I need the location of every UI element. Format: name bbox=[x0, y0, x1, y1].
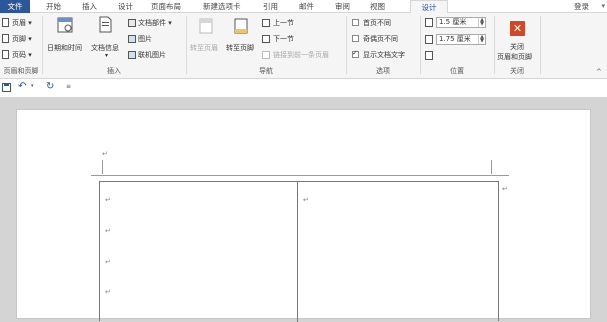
footer-position-icon bbox=[425, 35, 433, 44]
tab-mailings[interactable]: 邮件 bbox=[299, 0, 314, 13]
table-cell-mark[interactable]: ↵ bbox=[105, 258, 111, 266]
group-separator bbox=[346, 16, 347, 74]
save-icon[interactable] bbox=[2, 83, 11, 92]
table-cell-mark[interactable]: ↵ bbox=[303, 196, 309, 204]
login-link[interactable]: 登录 bbox=[574, 0, 589, 13]
redo-icon[interactable]: ↻ bbox=[46, 81, 54, 92]
document-info-dropdown-icon[interactable]: ▾ bbox=[105, 52, 108, 59]
quick-parts-button[interactable]: 文档部件 ▾ bbox=[138, 18, 172, 28]
header-position-input[interactable]: 1.5 厘米 ▲ ▼ bbox=[436, 17, 486, 28]
spinner-arrows-icon[interactable]: ▲ ▼ bbox=[478, 35, 485, 44]
document-area: ↵ ↵ ↵ ↵ ↵ ↵ ↵ bbox=[0, 97, 607, 322]
group-label-position: 位置 bbox=[450, 67, 464, 75]
date-time-button[interactable]: 日期和时间 bbox=[47, 43, 82, 53]
goto-footer-button[interactable]: 转至页脚 bbox=[226, 43, 254, 53]
tab-insert[interactable]: 插入 bbox=[82, 0, 97, 13]
user-chevron-icon[interactable]: ▾ bbox=[601, 0, 605, 13]
header-icon bbox=[2, 18, 9, 27]
collapse-ribbon-icon[interactable]: ^ bbox=[596, 68, 602, 76]
tab-file[interactable]: 文件 bbox=[0, 0, 30, 13]
previous-section-button[interactable]: 上一节 bbox=[273, 18, 294, 28]
online-picture-icon bbox=[128, 51, 136, 59]
footer-position-input[interactable]: 1.75 厘米 ▲ ▼ bbox=[436, 34, 486, 45]
group-label-options: 选项 bbox=[376, 67, 390, 75]
tab-home[interactable]: 开始 bbox=[46, 0, 61, 13]
group-label-close: 关闭 bbox=[510, 67, 524, 75]
tab-references[interactable]: 引用 bbox=[263, 0, 278, 13]
quick-parts-icon bbox=[128, 19, 136, 27]
undo-icon[interactable]: ↶ bbox=[18, 81, 26, 92]
page-number-icon bbox=[2, 50, 9, 59]
different-first-page-label: 首页不同 bbox=[363, 19, 391, 27]
undo-dropdown-icon[interactable]: ▾ bbox=[31, 83, 34, 89]
insert-alignment-tab-icon[interactable] bbox=[425, 51, 433, 60]
different-first-page-checkbox[interactable] bbox=[352, 19, 359, 26]
ribbon-tab-bar: 文件 开始 插入 设计 页面布局 新建选项卡 引用 邮件 审阅 视图 设计 登录… bbox=[0, 0, 607, 14]
table-cell-mark[interactable]: ↵ bbox=[105, 288, 111, 296]
group-label-header-footer: 页眉和页脚 bbox=[3, 67, 39, 75]
online-picture-button[interactable]: 联机图片 bbox=[138, 50, 166, 60]
tab-view[interactable]: 视图 bbox=[370, 0, 385, 13]
group-label-insert: 插入 bbox=[107, 67, 121, 75]
tab-header-footer-design[interactable]: 设计 bbox=[410, 0, 448, 14]
quick-access-toolbar: ↶ ▾ ↻ ≡ bbox=[0, 79, 607, 97]
calendar-icon bbox=[57, 16, 73, 33]
tab-review[interactable]: 审阅 bbox=[335, 0, 350, 13]
close-header-footer-line1[interactable]: 关闭 bbox=[510, 42, 524, 52]
crop-mark bbox=[102, 160, 103, 174]
tab-design[interactable]: 设计 bbox=[118, 0, 133, 13]
page[interactable]: ↵ ↵ ↵ ↵ ↵ ↵ ↵ bbox=[16, 109, 591, 322]
goto-header-icon bbox=[199, 18, 213, 34]
close-icon: ✕ bbox=[510, 21, 525, 36]
table-column-divider bbox=[297, 182, 298, 322]
group-label-navigation: 导航 bbox=[259, 67, 273, 75]
picture-button[interactable]: 图片 bbox=[138, 34, 152, 44]
footer-icon bbox=[2, 34, 9, 43]
group-separator bbox=[540, 16, 541, 74]
table-cell-mark[interactable]: ↵ bbox=[105, 227, 111, 235]
group-separator bbox=[494, 16, 495, 74]
goto-footer-icon bbox=[234, 18, 248, 34]
group-separator bbox=[420, 16, 421, 74]
show-document-text-checkbox[interactable] bbox=[352, 49, 359, 58]
link-to-previous-button[interactable]: 链接到前一条页眉 bbox=[273, 50, 329, 60]
group-separator bbox=[186, 16, 187, 74]
header-paragraph-mark[interactable]: ↵ bbox=[102, 150, 108, 158]
ribbon: 页眉 ▾ 页脚 ▾ 页码 ▾ 页眉和页脚 日期和时间 文档信息 ▾ 文档部件 ▾… bbox=[0, 13, 607, 79]
close-header-footer-button[interactable]: 页眉和页脚 bbox=[497, 52, 532, 62]
table-cell-mark[interactable]: ↵ bbox=[105, 196, 111, 204]
picture-icon bbox=[128, 35, 136, 43]
page-number-button[interactable]: 页码 ▾ bbox=[12, 50, 32, 60]
row-end-mark: ↵ bbox=[502, 185, 508, 193]
link-to-previous-icon bbox=[262, 51, 270, 59]
next-section-icon bbox=[262, 35, 270, 43]
customize-toolbar-icon[interactable]: ≡ bbox=[66, 83, 71, 90]
different-odd-even-label: 奇偶页不同 bbox=[363, 35, 398, 43]
goto-header-button[interactable]: 转至页眉 bbox=[190, 43, 218, 53]
header-border-line bbox=[91, 175, 509, 176]
footer-button[interactable]: 页脚 ▾ bbox=[12, 34, 32, 44]
different-odd-even-checkbox[interactable] bbox=[352, 35, 359, 42]
header-position-icon bbox=[425, 18, 433, 27]
tab-new-tab[interactable]: 新建选项卡 bbox=[203, 0, 241, 13]
document-info-icon bbox=[99, 16, 112, 33]
tab-page-layout[interactable]: 页面布局 bbox=[151, 0, 181, 13]
previous-section-icon bbox=[262, 19, 270, 27]
next-section-button[interactable]: 下一节 bbox=[273, 34, 294, 44]
spinner-arrows-icon[interactable]: ▲ ▼ bbox=[478, 18, 485, 27]
header-button[interactable]: 页眉 ▾ bbox=[12, 18, 32, 28]
crop-mark bbox=[491, 160, 492, 174]
group-separator bbox=[42, 16, 43, 74]
document-table[interactable]: ↵ ↵ ↵ ↵ ↵ ↵ bbox=[99, 181, 508, 322]
show-document-text-label: 显示文档文字 bbox=[363, 51, 405, 59]
